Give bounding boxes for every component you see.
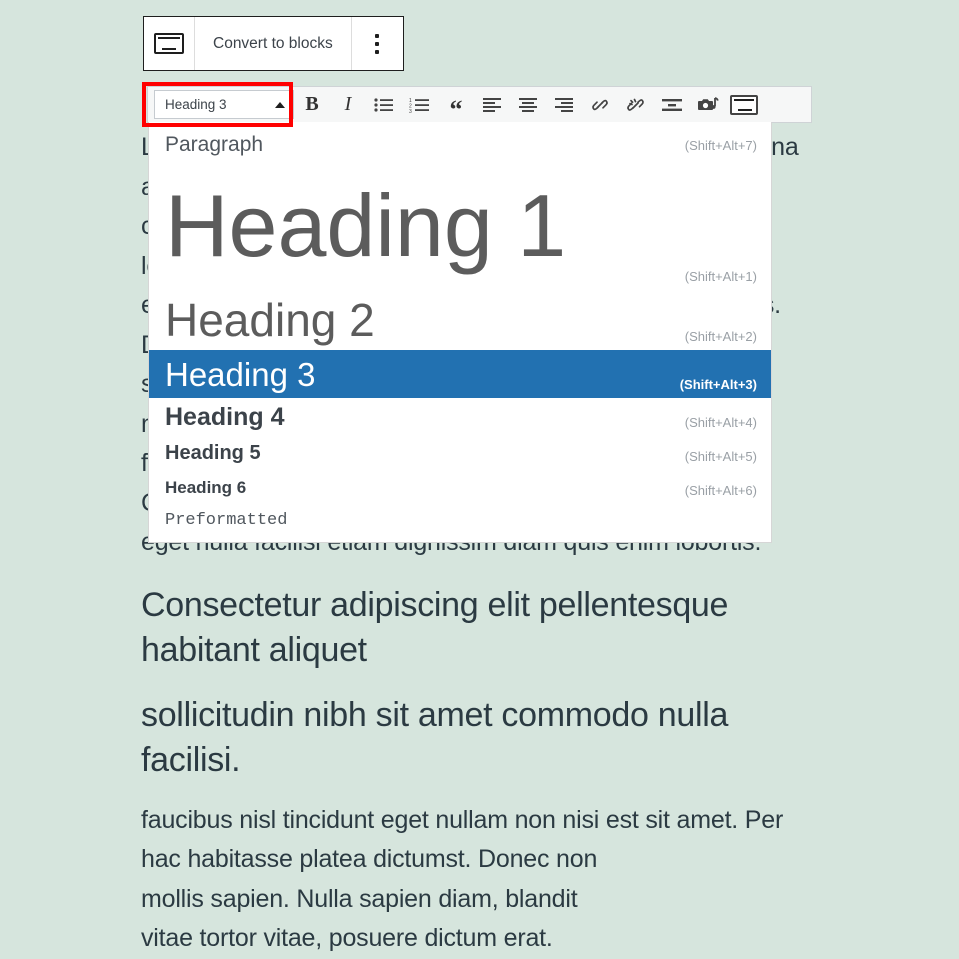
keyboard-icon [154, 33, 184, 54]
menu-item-label: Heading 4 [165, 405, 284, 430]
read-more-icon [661, 97, 683, 113]
article-heading-line: Consectetur adipiscing elit pellentesque… [141, 583, 813, 673]
keyboard-icon [730, 95, 758, 115]
menu-item-shortcut: (Shift+Alt+1) [685, 269, 757, 290]
menu-item-label: Heading 1 [165, 182, 566, 270]
italic-button[interactable]: I [330, 86, 366, 123]
block-toolbar: Convert to blocks [143, 16, 404, 71]
article-paragraph-line: vitae tortor vitae, posuere dictum erat. [141, 919, 813, 959]
menu-item-heading-4[interactable]: Heading 4 (Shift+Alt+4) [149, 398, 771, 436]
menu-item-label: Heading 2 [165, 297, 375, 343]
unlink-icon [625, 95, 647, 115]
remove-link-button[interactable] [618, 86, 654, 123]
convert-to-blocks-label: Convert to blocks [213, 35, 333, 53]
paragraph-style-select[interactable]: Heading 3 [154, 90, 294, 119]
italic-icon: I [345, 93, 352, 116]
paragraph-style-menu: Paragraph (Shift+Alt+7) Heading 1 (Shift… [148, 122, 772, 543]
menu-item-preformatted[interactable]: Preformatted [149, 504, 771, 536]
align-right-button[interactable] [546, 86, 582, 123]
blockquote-button[interactable]: “ [438, 86, 474, 123]
menu-item-heading-6[interactable]: Heading 6 (Shift+Alt+6) [149, 470, 771, 504]
convert-to-blocks-button[interactable]: Convert to blocks [195, 17, 352, 70]
align-right-icon [554, 97, 574, 113]
menu-item-label: Heading 3 [165, 358, 315, 391]
add-media-icon [697, 95, 719, 115]
article-paragraph-line: hac habitasse platea dictumst. Donec non [141, 840, 813, 880]
menu-item-paragraph[interactable]: Paragraph (Shift+Alt+7) [149, 128, 771, 162]
menu-item-shortcut: (Shift+Alt+2) [685, 329, 757, 350]
align-center-icon [518, 97, 538, 113]
paragraph-style-value: Heading 3 [165, 97, 227, 112]
numbered-list-icon: 1 2 3 [409, 97, 431, 113]
article-heading-line: sollicitudin nibh sit amet commodo nulla… [141, 693, 813, 783]
bulleted-list-button[interactable] [366, 86, 402, 123]
menu-item-heading-2[interactable]: Heading 2 (Shift+Alt+2) [149, 290, 771, 350]
caret-up-icon [275, 102, 285, 108]
menu-item-shortcut: (Shift+Alt+5) [685, 449, 757, 470]
menu-item-label: Paragraph [165, 133, 263, 157]
link-icon [590, 95, 610, 115]
align-left-icon [482, 97, 502, 113]
menu-item-label: Heading 6 [165, 479, 246, 496]
article-paragraph-line: mollis sapien. Nulla sapien diam, blandi… [141, 880, 813, 920]
formatting-toolbar: Heading 3 B I 1 2 3 “ [147, 86, 812, 123]
numbered-list-button[interactable]: 1 2 3 [402, 86, 438, 123]
toggle-toolbar-button[interactable] [726, 86, 762, 123]
menu-item-label: Heading 5 [165, 443, 261, 463]
ellipsis-vertical-icon [375, 34, 379, 54]
bulleted-list-icon [374, 97, 394, 113]
align-center-button[interactable] [510, 86, 546, 123]
menu-item-heading-5[interactable]: Heading 5 (Shift+Alt+5) [149, 436, 771, 470]
align-left-button[interactable] [474, 86, 510, 123]
menu-item-label: Preformatted [165, 511, 287, 530]
menu-item-shortcut: (Shift+Alt+6) [685, 483, 757, 504]
bold-icon: B [305, 93, 318, 116]
article-paragraph-line: faucibus nisl tincidunt eget nullam non … [141, 801, 813, 841]
svg-text:3: 3 [409, 109, 412, 113]
read-more-button[interactable] [654, 86, 690, 123]
menu-item-heading-1[interactable]: Heading 1 (Shift+Alt+1) [149, 162, 771, 290]
menu-item-shortcut: (Shift+Alt+3) [680, 377, 757, 398]
classic-block-button[interactable] [144, 17, 195, 70]
menu-item-shortcut: (Shift+Alt+7) [685, 138, 757, 153]
add-media-button[interactable] [690, 86, 726, 123]
block-options-button[interactable] [352, 17, 403, 70]
bold-button[interactable]: B [294, 86, 330, 123]
menu-item-shortcut: (Shift+Alt+4) [685, 415, 757, 436]
menu-item-heading-3[interactable]: Heading 3 (Shift+Alt+3) [149, 350, 771, 398]
insert-link-button[interactable] [582, 86, 618, 123]
